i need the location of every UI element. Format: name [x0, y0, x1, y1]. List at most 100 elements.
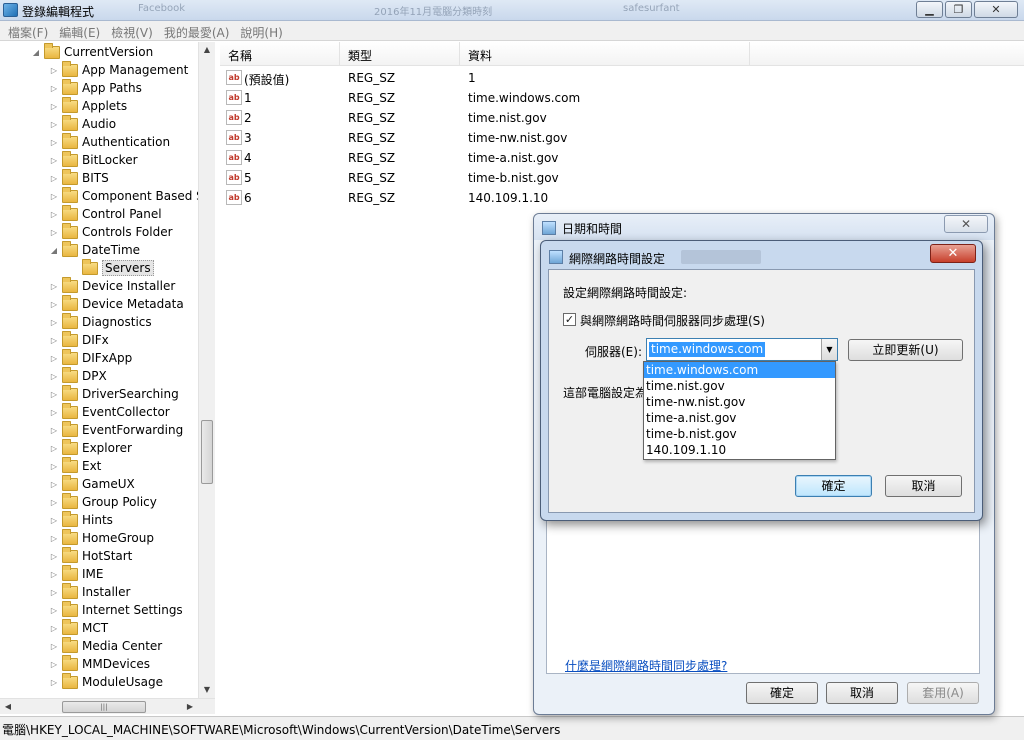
tree-item-datetime[interactable]: ◢ DateTime — [48, 240, 140, 259]
scroll-left-icon[interactable]: ◀ — [0, 699, 16, 715]
collapsed-arrow-icon[interactable]: ▷ — [48, 390, 60, 399]
tree-item[interactable]: ▷ EventCollector — [48, 402, 170, 421]
menu-view[interactable]: 檢視(V) — [107, 21, 160, 40]
tree-item[interactable]: ▷ Component Based S — [48, 186, 204, 205]
close-button[interactable]: ✕ — [974, 1, 1018, 18]
registry-tree[interactable]: ◢ CurrentVersion ▷ App Management ▷ App Paths… — [0, 42, 215, 714]
scroll-up-icon[interactable]: ▲ — [199, 42, 215, 58]
tree-item[interactable]: ▷ Installer — [48, 582, 130, 601]
tree-item[interactable]: ▷ EventForwarding — [48, 420, 183, 439]
server-option[interactable]: time.windows.com — [644, 362, 835, 378]
server-input[interactable]: time.windows.com — [649, 342, 766, 357]
value-row[interactable]: ab 1 REG_SZ time.windows.com — [220, 88, 1024, 108]
sync-checkbox[interactable]: ✓ — [563, 313, 576, 326]
collapsed-arrow-icon[interactable]: ▷ — [48, 156, 60, 165]
collapsed-arrow-icon[interactable]: ▷ — [48, 624, 60, 633]
tree-item[interactable]: ▷ GameUX — [48, 474, 135, 493]
tree-item[interactable]: ▷ Diagnostics — [48, 312, 152, 331]
update-now-button[interactable]: 立即更新(U) — [848, 339, 963, 361]
collapsed-arrow-icon[interactable]: ▷ — [48, 336, 60, 345]
collapsed-arrow-icon[interactable]: ▷ — [48, 318, 60, 327]
value-row[interactable]: ab 4 REG_SZ time-a.nist.gov — [220, 148, 1024, 168]
tree-item[interactable]: ▷ ModuleUsage — [48, 672, 163, 691]
tree-item[interactable]: ▷ Control Panel — [48, 204, 162, 223]
server-option[interactable]: time-b.nist.gov — [644, 426, 835, 442]
tree-item[interactable]: ▷ Controls Folder — [48, 222, 173, 241]
scroll-down-icon[interactable]: ▼ — [199, 682, 215, 698]
tree-item[interactable]: ▷ DIFx — [48, 330, 109, 349]
column-type[interactable]: 類型 — [340, 42, 460, 66]
value-row[interactable]: ab 6 REG_SZ 140.109.1.10 — [220, 188, 1024, 208]
tree-item[interactable]: ▷ DPX — [48, 366, 107, 385]
tree-item[interactable]: ▷ Ext — [48, 456, 101, 475]
tree-item[interactable]: ▷ DIFxApp — [48, 348, 132, 367]
close-button[interactable]: ✕ — [930, 244, 976, 263]
ok-button[interactable]: 確定 — [746, 682, 818, 704]
collapsed-arrow-icon[interactable]: ▷ — [48, 642, 60, 651]
sync-checkbox-label[interactable]: 與網際網路時間伺服器同步處理(S) — [580, 312, 765, 329]
scroll-thumb[interactable] — [201, 420, 213, 484]
server-option[interactable]: time.nist.gov — [644, 378, 835, 394]
tree-item[interactable]: ▷ Audio — [48, 114, 116, 133]
server-option[interactable]: time-a.nist.gov — [644, 410, 835, 426]
collapsed-arrow-icon[interactable]: ▷ — [48, 588, 60, 597]
collapsed-arrow-icon[interactable]: ▷ — [48, 660, 60, 669]
collapsed-arrow-icon[interactable]: ▷ — [48, 570, 60, 579]
tree-item[interactable]: ▷ Applets — [48, 96, 127, 115]
tree-item[interactable]: ▷ DriverSearching — [48, 384, 179, 403]
minimize-button[interactable]: ▁ — [916, 1, 943, 18]
tree-item[interactable]: ▷ App Paths — [48, 78, 142, 97]
value-row[interactable]: ab 3 REG_SZ time-nw.nist.gov — [220, 128, 1024, 148]
tree-item[interactable]: ▷ HotStart — [48, 546, 132, 565]
apply-button[interactable]: 套用(A) — [907, 682, 979, 704]
collapsed-arrow-icon[interactable]: ▷ — [48, 228, 60, 237]
tree-item[interactable]: ▷ MMDevices — [48, 654, 150, 673]
server-combobox[interactable]: time.windows.com ▼ — [646, 338, 838, 361]
cancel-button[interactable]: 取消 — [826, 682, 898, 704]
collapsed-arrow-icon[interactable]: ▷ — [48, 552, 60, 561]
expanded-arrow-icon[interactable]: ◢ — [30, 48, 42, 57]
collapsed-arrow-icon[interactable]: ▷ — [48, 192, 60, 201]
tree-item[interactable]: ▷ MCT — [48, 618, 108, 637]
tree-item[interactable]: ▷ Authentication — [48, 132, 170, 151]
server-dropdown-list[interactable]: time.windows.com time.nist.gov time-nw.nis… — [643, 361, 836, 460]
ok-button[interactable]: 確定 — [795, 475, 872, 497]
collapsed-arrow-icon[interactable]: ▷ — [48, 210, 60, 219]
column-name[interactable]: 名稱 — [220, 42, 340, 66]
scroll-right-icon[interactable]: ▶ — [182, 699, 198, 715]
tree-item[interactable]: ▷ Media Center — [48, 636, 162, 655]
value-row[interactable]: ab 2 REG_SZ time.nist.gov — [220, 108, 1024, 128]
collapsed-arrow-icon[interactable]: ▷ — [48, 534, 60, 543]
collapsed-arrow-icon[interactable]: ▷ — [48, 282, 60, 291]
tree-vertical-scrollbar[interactable]: ▲ ▼ — [198, 42, 215, 698]
scroll-thumb[interactable]: ||| — [62, 701, 146, 713]
cancel-button[interactable]: 取消 — [885, 475, 962, 497]
tree-item[interactable]: ▷ HomeGroup — [48, 528, 154, 547]
collapsed-arrow-icon[interactable]: ▷ — [48, 480, 60, 489]
expanded-arrow-icon[interactable]: ◢ — [48, 246, 60, 255]
tree-item-currentversion[interactable]: ◢ CurrentVersion — [30, 42, 153, 61]
collapsed-arrow-icon[interactable]: ▷ — [48, 606, 60, 615]
internet-time-help-link[interactable]: 什麼是網際網路時間同步處理? — [565, 657, 727, 674]
collapsed-arrow-icon[interactable]: ▷ — [48, 372, 60, 381]
tree-item[interactable]: ▷ Group Policy — [48, 492, 157, 511]
close-button[interactable]: ✕ — [944, 215, 988, 233]
chevron-down-icon[interactable]: ▼ — [821, 339, 837, 360]
collapsed-arrow-icon[interactable]: ▷ — [48, 300, 60, 309]
tree-item-servers[interactable]: Servers — [68, 258, 154, 277]
collapsed-arrow-icon[interactable]: ▷ — [48, 426, 60, 435]
column-data[interactable]: 資料 — [460, 42, 750, 66]
menu-edit[interactable]: 編輯(E) — [55, 21, 107, 40]
collapsed-arrow-icon[interactable]: ▷ — [48, 444, 60, 453]
collapsed-arrow-icon[interactable]: ▷ — [48, 678, 60, 687]
restore-button[interactable]: ❐ — [945, 1, 972, 18]
tree-item[interactable]: ▷ Device Installer — [48, 276, 175, 295]
collapsed-arrow-icon[interactable]: ▷ — [48, 102, 60, 111]
value-row[interactable]: ab 5 REG_SZ time-b.nist.gov — [220, 168, 1024, 188]
collapsed-arrow-icon[interactable]: ▷ — [48, 354, 60, 363]
menu-favorites[interactable]: 我的最愛(A) — [160, 21, 237, 40]
tree-item[interactable]: ▷ BitLocker — [48, 150, 138, 169]
server-option[interactable]: 140.109.1.10 — [644, 442, 835, 458]
collapsed-arrow-icon[interactable]: ▷ — [48, 462, 60, 471]
menu-help[interactable]: 說明(H) — [236, 21, 289, 40]
